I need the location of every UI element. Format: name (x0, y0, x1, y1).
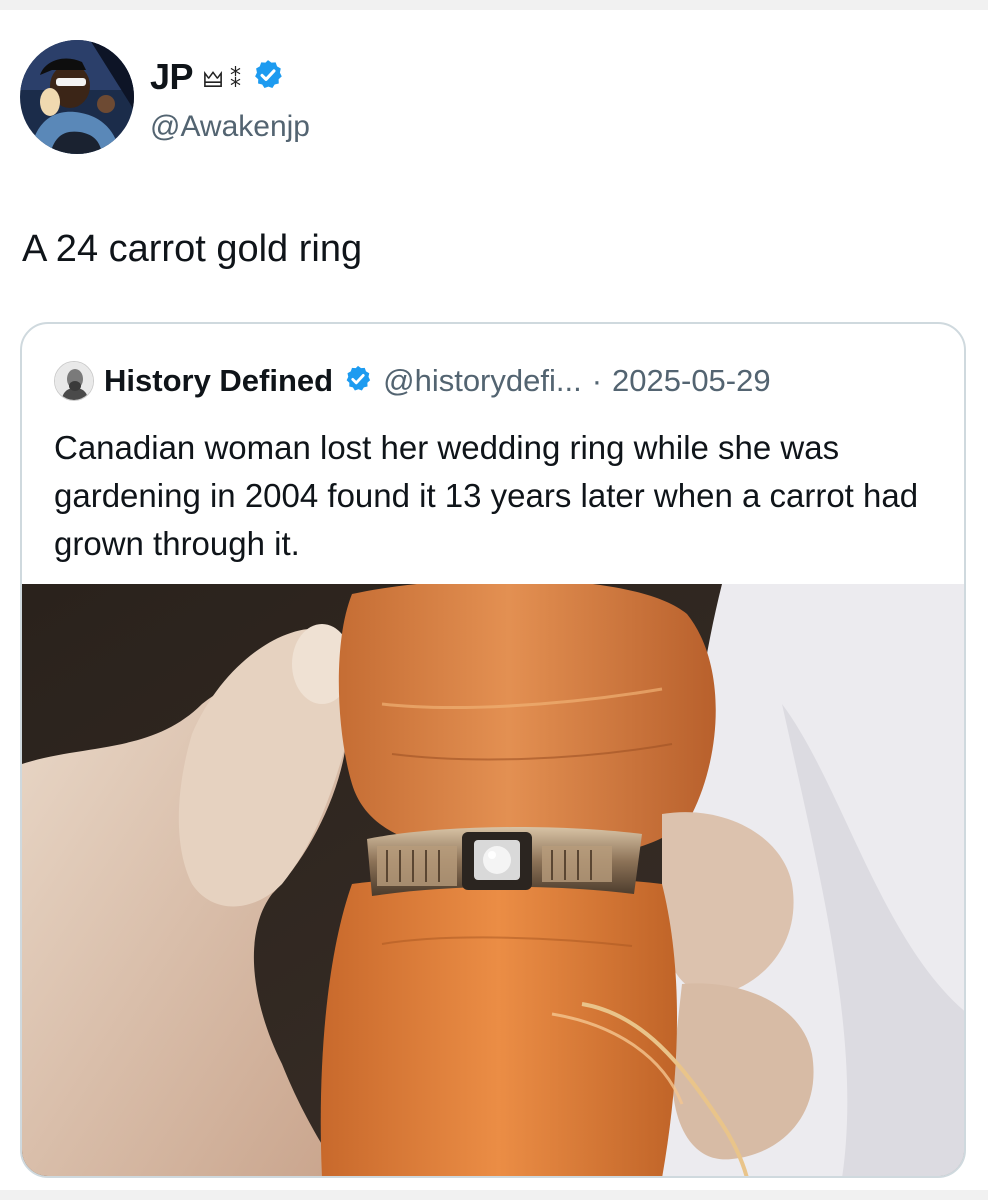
name-emoji-glyphs: 🜲 ⁑ (203, 68, 242, 93)
quoted-tweet-photo[interactable] (22, 579, 964, 1176)
author-avatar[interactable] (20, 40, 134, 154)
verified-badge-icon (343, 364, 373, 399)
quoted-tweet-text: Canadian woman lost her wedding ring whi… (54, 429, 919, 562)
tweet-text: A 24 carrot gold ring (22, 228, 363, 270)
avatar-image (20, 40, 134, 154)
quoted-tweet-card[interactable]: History Defined @historydefi... · 2025-0… (20, 322, 966, 1178)
carrot-ring-photo (22, 579, 964, 1176)
author-name[interactable]: JP (150, 56, 194, 98)
verified-badge-icon (251, 58, 285, 97)
quoted-author-avatar[interactable] (54, 361, 94, 401)
author-name-row: JP 🜲 ⁑ (150, 54, 285, 100)
separator-dot: · (591, 363, 603, 398)
quoted-author-handle[interactable]: @historydefi... (383, 363, 582, 399)
author-handle[interactable]: @Awakenjp (150, 110, 310, 144)
quoted-author-name[interactable]: History Defined (104, 363, 333, 399)
tweet-page: JP 🜲 ⁑ @Awakenjp A 24 carrot gold ring H… (0, 10, 988, 1190)
quoted-tweet-header: History Defined @historydefi... · 2025-0… (54, 360, 771, 402)
quoted-tweet-date[interactable]: 2025-05-29 (612, 363, 771, 399)
